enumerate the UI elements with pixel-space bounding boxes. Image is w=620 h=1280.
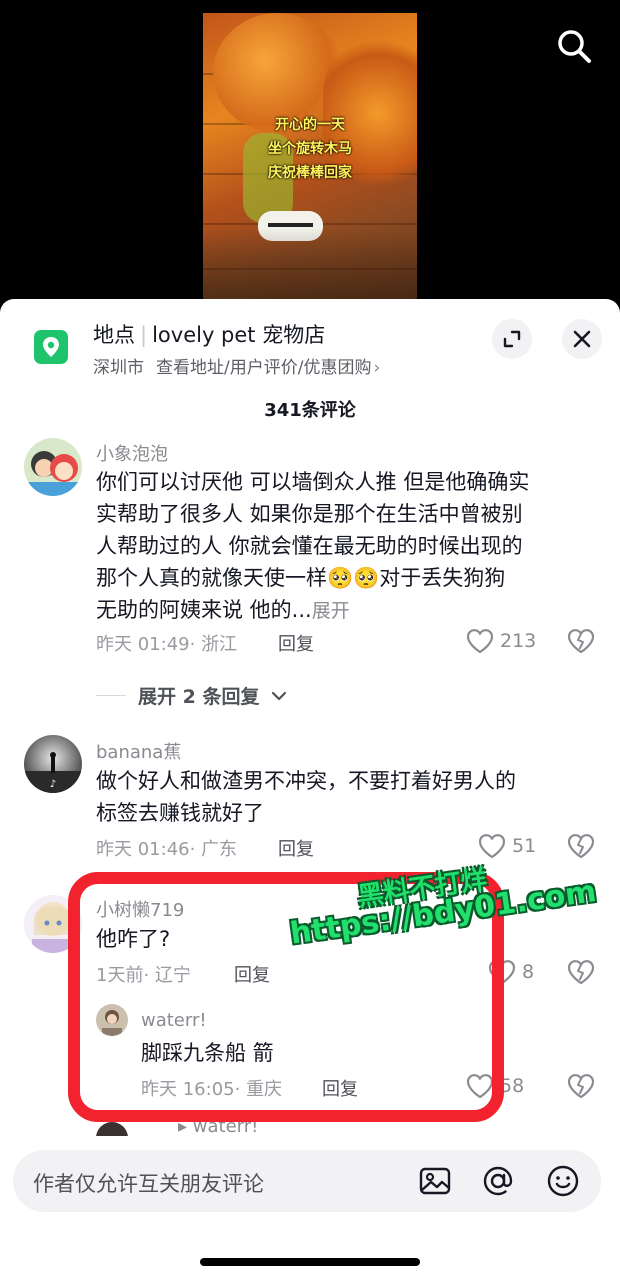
- comment-input-placeholder[interactable]: 作者仅允许互关朋友评论: [33, 1168, 264, 1198]
- comment-meta: 昨天 01:46· 广东: [96, 839, 238, 860]
- video-frame: 开心的一天 坐个旋转木马 庆祝棒棒回家: [203, 13, 417, 303]
- broken-heart-icon[interactable]: [567, 1073, 595, 1101]
- image-icon[interactable]: [418, 1164, 452, 1198]
- expand-replies-button[interactable]: 展开 2 条回复: [96, 682, 287, 709]
- video-player[interactable]: 开心的一天 坐个旋转木马 庆祝棒棒回家: [0, 0, 620, 310]
- like-count: 8: [522, 961, 535, 983]
- comment-username[interactable]: 小象泡泡: [96, 440, 168, 466]
- close-icon[interactable]: [562, 319, 602, 359]
- comment-sheet: 地点 | lovely pet 宠物店 深圳市 查看地址/用户评价/优惠团购 › 341…: [0, 299, 620, 1280]
- divider: [96, 695, 126, 696]
- expand-icon[interactable]: [492, 319, 532, 359]
- highlight-annotation: [68, 872, 504, 1122]
- location-city: 深圳市: [93, 358, 144, 378]
- next-reply-username: waterr!: [192, 1122, 259, 1136]
- heart-icon: [466, 629, 494, 654]
- location-links: 查看地址/用户评价/优惠团购: [156, 358, 372, 378]
- comment-meta: 昨天 01:49· 浙江: [96, 634, 238, 655]
- at-icon[interactable]: [481, 1164, 515, 1198]
- broken-heart-icon[interactable]: [567, 959, 595, 987]
- comment-count: 341条评论: [264, 400, 356, 421]
- comment-text: 做个好人和做渣男不冲突，不要打着好男人的 标签去赚钱就好了: [96, 769, 516, 825]
- location-name: lovely pet 宠物店: [152, 323, 326, 347]
- like-count: 51: [512, 835, 537, 857]
- location-pin-icon: [34, 330, 68, 364]
- reply-button[interactable]: 回复: [278, 630, 314, 656]
- next-reply-preview: ▸ waterr!: [96, 1122, 456, 1136]
- like-count: 213: [500, 630, 537, 652]
- avatar[interactable]: [24, 438, 82, 496]
- location-title: 地点 | lovely pet 宠物店: [93, 323, 326, 347]
- svg-text:♪: ♪: [50, 779, 56, 790]
- expand-text-link[interactable]: 展开: [312, 600, 350, 622]
- comment-username[interactable]: banana蕉: [96, 738, 181, 764]
- chevron-right-icon: ›: [373, 358, 381, 378]
- comment-input-bar[interactable]: 作者仅允许互关朋友评论: [13, 1150, 601, 1212]
- chevron-down-icon: [272, 691, 287, 700]
- location-subtitle[interactable]: 深圳市 查看地址/用户评价/优惠团购 ›: [93, 353, 380, 378]
- video-caption: 开心的一天 坐个旋转木马 庆祝棒棒回家: [268, 117, 352, 181]
- broken-heart-icon[interactable]: [567, 833, 595, 861]
- like-button[interactable]: 213: [466, 627, 536, 655]
- emoji-icon[interactable]: [546, 1164, 580, 1198]
- broken-heart-icon[interactable]: [567, 628, 595, 656]
- heart-icon: [478, 834, 506, 859]
- avatar[interactable]: ♪: [24, 735, 82, 793]
- search-icon[interactable]: [556, 28, 592, 64]
- home-indicator[interactable]: [200, 1258, 420, 1266]
- like-button[interactable]: 51: [478, 832, 536, 860]
- comment-text: 你们可以讨厌他 可以墙倒众人推 但是他确确实 实帮助了很多人 如果你是那个在生活…: [96, 470, 530, 622]
- reply-button[interactable]: 回复: [278, 835, 314, 861]
